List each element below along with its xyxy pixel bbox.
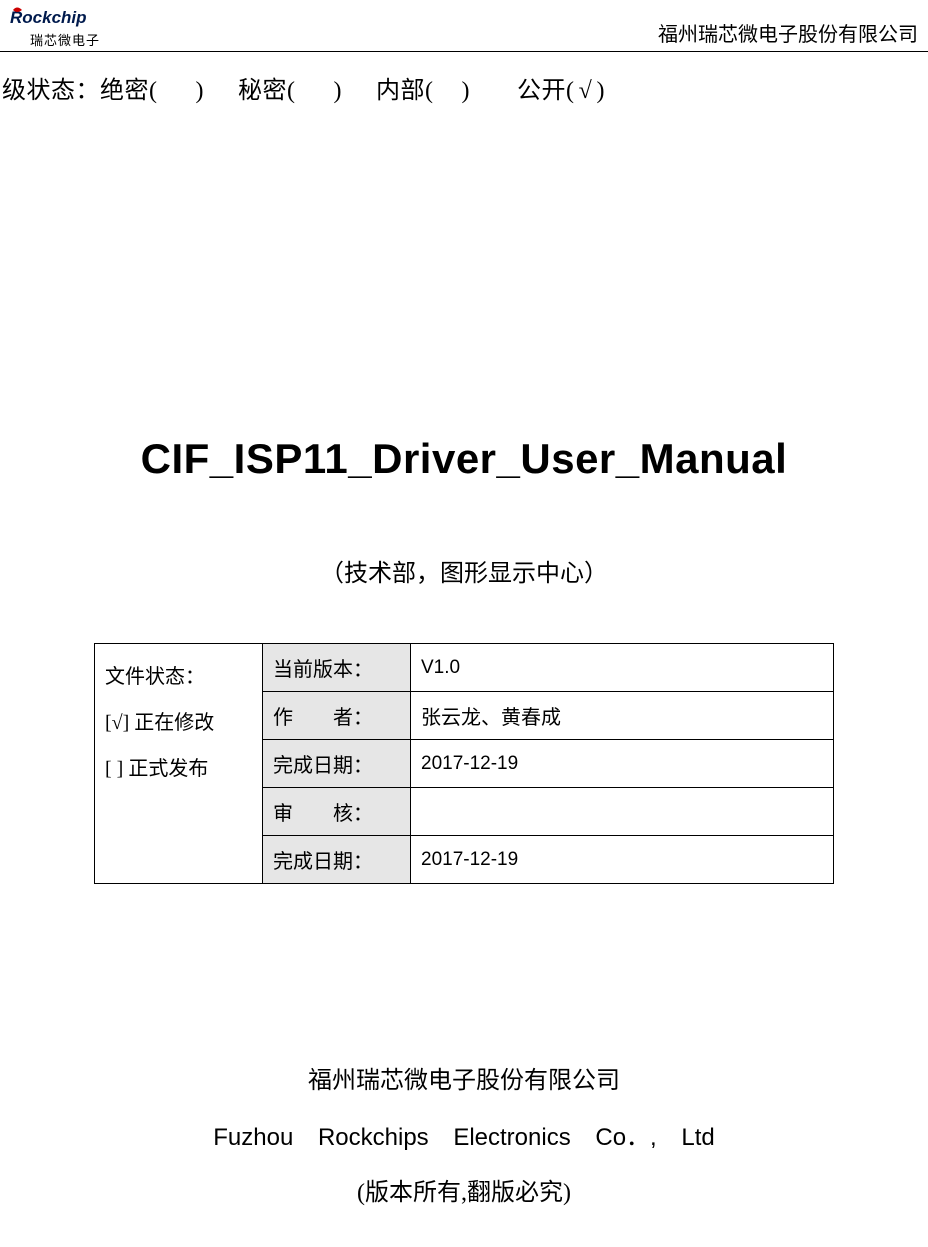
file-status-cell: 文件状态： [√] 正在修改 [ ] 正式发布: [95, 644, 263, 884]
row-value: 张云龙、黄春成: [411, 692, 834, 740]
class-public-mark: √: [575, 78, 597, 105]
document-title: CIF_ISP11_Driver_User_Manual: [0, 435, 928, 483]
footer-copyright: (版本所有,翻版必究): [0, 1172, 928, 1207]
svg-text:Rockchip: Rockchip: [10, 8, 87, 27]
class-topsecret-label: 绝密: [100, 78, 149, 104]
classification-prefix: 级状态：: [2, 78, 100, 104]
logo-subtext: 瑞芯微电子: [30, 30, 100, 49]
row-label: 审 核：: [263, 788, 411, 836]
logo-block: Rockchip 瑞芯微电子: [10, 6, 120, 49]
class-internal-label: 内部: [376, 78, 425, 104]
classification-line: 级状态：绝密()秘密()内部() 公开(√): [0, 52, 928, 105]
row-label: 作 者：: [263, 692, 411, 740]
row-value: 2017-12-19: [411, 836, 834, 884]
table-row: 文件状态： [√] 正在修改 [ ] 正式发布 当前版本： V1.0: [95, 644, 834, 692]
row-value: [411, 788, 834, 836]
header-company-name: 福州瑞芯微电子股份有限公司: [658, 18, 918, 49]
info-table: 文件状态： [√] 正在修改 [ ] 正式发布 当前版本： V1.0 作 者： …: [94, 643, 834, 884]
row-value: 2017-12-19: [411, 740, 834, 788]
footer-company-cn: 福州瑞芯微电子股份有限公司: [0, 1060, 928, 1095]
file-status-heading: 文件状态：: [105, 666, 205, 688]
page-header: Rockchip 瑞芯微电子 福州瑞芯微电子股份有限公司: [0, 0, 928, 52]
file-status-released: [ ] 正式发布: [105, 746, 252, 792]
row-label: 完成日期：: [263, 740, 411, 788]
footer-company-en: Fuzhou Rockchips Electronics Co．, Ltd: [0, 1117, 928, 1152]
class-public-label: 公开: [517, 78, 566, 104]
footer-block: 福州瑞芯微电子股份有限公司 Fuzhou Rockchips Electroni…: [0, 1060, 928, 1207]
rockchip-logo-icon: Rockchip: [10, 6, 120, 32]
document-subtitle: （技术部，图形显示中心）: [0, 553, 928, 588]
file-status-editing: [√] 正在修改: [105, 700, 252, 746]
class-secret-label: 秘密: [238, 78, 287, 104]
row-label: 完成日期：: [263, 836, 411, 884]
row-label: 当前版本：: [263, 644, 411, 692]
row-value: V1.0: [411, 644, 834, 692]
